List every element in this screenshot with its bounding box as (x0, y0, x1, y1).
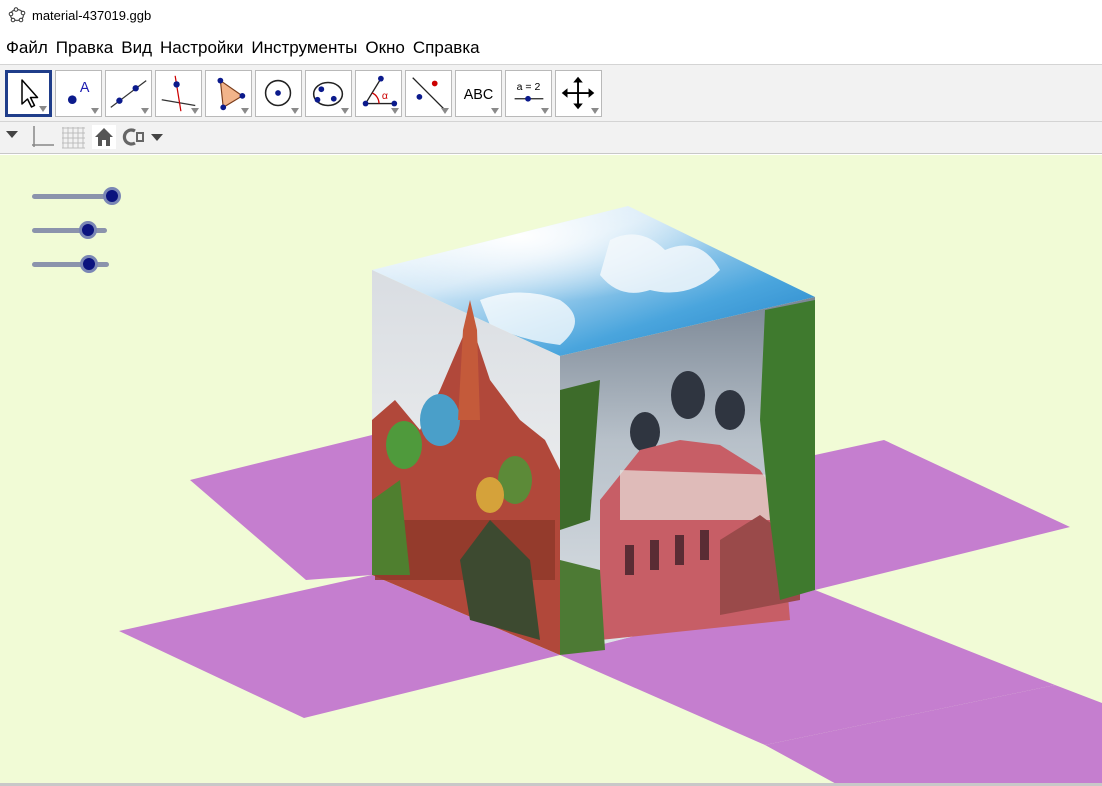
slider-3[interactable] (32, 254, 116, 274)
text-tool-button[interactable]: ABC (455, 70, 502, 117)
slider-tool-button[interactable]: a = 2 (505, 70, 552, 117)
collapse-triangle-icon[interactable] (4, 125, 20, 149)
menu-tools[interactable]: Инструменты (251, 38, 357, 58)
tool-menu-indicator (441, 108, 449, 114)
menu-window[interactable]: Окно (365, 38, 405, 58)
title-bar: material-437019.ggb (0, 0, 1102, 30)
tool-menu-indicator (91, 108, 99, 114)
tool-menu-indicator (39, 106, 47, 112)
style-bar (0, 122, 1102, 154)
menu-view[interactable]: Вид (121, 38, 152, 58)
grid-icon[interactable] (61, 125, 87, 149)
tool-menu-indicator (141, 108, 149, 114)
slider-1[interactable] (32, 186, 121, 206)
polygon-tool-button[interactable] (205, 70, 252, 117)
conic-tool-button[interactable] (305, 70, 352, 117)
axes-icon[interactable] (29, 125, 55, 149)
graphics-view[interactable] (0, 155, 1102, 786)
toolbar: A α ABC a = 2 (0, 64, 1102, 122)
menu-bar: Файл Правка Вид Настройки Инструменты Ок… (0, 34, 1102, 62)
perpendicular-tool-button[interactable] (155, 70, 202, 117)
reflect-tool-button[interactable] (405, 70, 452, 117)
dropdown-triangle-icon[interactable] (149, 125, 165, 149)
slider-2[interactable] (32, 220, 116, 240)
geogebra-app-icon (8, 7, 26, 23)
capture-icon[interactable] (121, 125, 147, 149)
cube-right-face (560, 297, 815, 655)
tool-menu-indicator (191, 108, 199, 114)
menu-file[interactable]: Файл (6, 38, 48, 58)
cube-net-scene (119, 206, 1102, 786)
window-title: material-437019.ggb (32, 7, 152, 23)
tool-menu-indicator (491, 108, 499, 114)
menu-settings[interactable]: Настройки (160, 38, 243, 58)
slider-1-knob[interactable] (103, 187, 121, 205)
point-tool-label: A (80, 80, 90, 96)
tool-menu-indicator (541, 108, 549, 114)
net-face-left (190, 435, 372, 580)
circle-tool-button[interactable] (255, 70, 302, 117)
menu-edit[interactable]: Правка (56, 38, 113, 58)
slider-2-knob[interactable] (78, 221, 97, 239)
tool-menu-indicator (591, 108, 599, 114)
tool-menu-indicator (291, 108, 299, 114)
tool-menu-indicator (391, 108, 399, 114)
slider-1-track[interactable] (32, 194, 112, 199)
tool-menu-indicator (241, 108, 249, 114)
net-face-far-right (815, 440, 1070, 590)
slider-3-knob[interactable] (79, 255, 98, 273)
move-tool-button[interactable] (5, 70, 52, 117)
home-icon[interactable] (92, 125, 116, 149)
angle-tool-label: α (382, 90, 388, 102)
text-tool-label: ABC (464, 87, 494, 103)
line-tool-button[interactable] (105, 70, 152, 117)
menu-help[interactable]: Справка (413, 38, 480, 58)
tool-menu-indicator (341, 108, 349, 114)
angle-tool-button[interactable]: α (355, 70, 402, 117)
move-view-tool-button[interactable] (555, 70, 602, 117)
point-tool-button[interactable]: A (55, 70, 102, 117)
slider-tool-label: a = 2 (517, 81, 541, 93)
